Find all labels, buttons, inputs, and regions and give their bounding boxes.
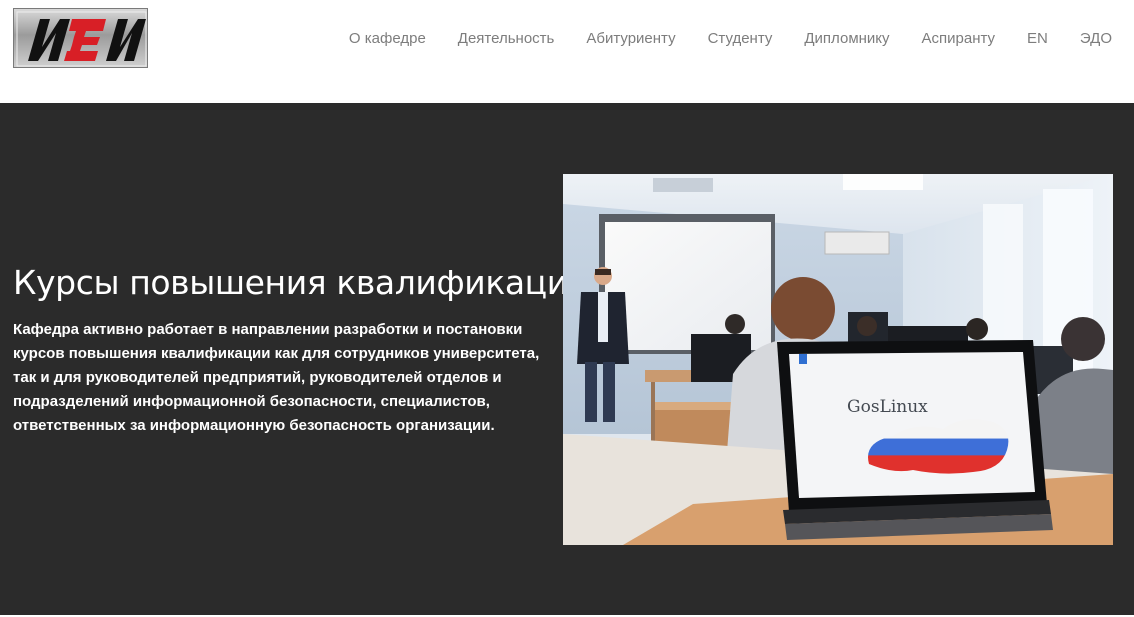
nav-item-about[interactable]: О кафедре — [333, 29, 442, 49]
hero-photo: GosLinux — [563, 174, 1113, 545]
nav-item-activity[interactable]: Деятельность — [442, 29, 571, 49]
tablet-screen-text: GosLinux — [847, 397, 928, 417]
hero-description: Кафедра активно работает в направлении р… — [13, 321, 540, 434]
nav-item-edo[interactable]: ЭДО — [1064, 29, 1112, 49]
nav-item-postgraduate[interactable]: Аспиранту — [906, 29, 1012, 49]
site-header: О кафедре Деятельность Абитуриенту Студе… — [0, 0, 1134, 103]
nav-item-student[interactable]: Студенту — [692, 29, 789, 49]
hero-title: Курсы повышения квалификации — [13, 263, 589, 302]
nav-item-applicant[interactable]: Абитуриенту — [570, 29, 691, 49]
logo-graphic — [16, 11, 147, 67]
classroom-photo: GosLinux — [563, 174, 1113, 545]
main-nav: О кафедре Деятельность Абитуриенту Студе… — [333, 29, 1112, 49]
nav-item-graduate[interactable]: Дипломнику — [788, 29, 905, 49]
nav-item-language-en[interactable]: EN — [1011, 29, 1064, 49]
hero-section: Курсы повышения квалификации Кафедра акт… — [0, 103, 1134, 615]
site-logo[interactable] — [13, 8, 148, 68]
